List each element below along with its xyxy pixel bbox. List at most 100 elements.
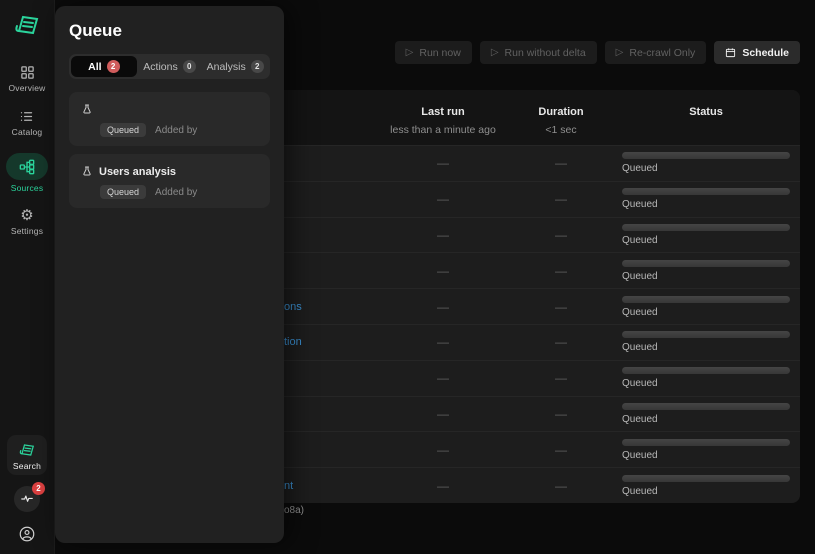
sidebar: Overview Catalog — [0, 0, 55, 554]
tab-actions-count: 0 — [183, 60, 196, 73]
col-header-last-run: Last run — [368, 106, 518, 118]
status-label: Queued — [622, 486, 790, 497]
grid-icon — [20, 65, 35, 80]
search-button[interactable]: Search — [7, 435, 47, 475]
sources-table: Last run Duration Status less than a min… — [240, 90, 800, 503]
sidebar-label-settings: Settings — [11, 226, 43, 236]
person-icon — [18, 525, 36, 543]
status-progress-bar — [622, 475, 790, 482]
activity-button[interactable]: 2 — [14, 486, 40, 512]
run-toolbar: ▷ Run now ▷ Run without delta ▷ Re-crawl… — [395, 41, 800, 64]
status-label: Queued — [622, 414, 790, 425]
row-last-run: — — [368, 479, 518, 493]
row-duration: — — [518, 264, 604, 278]
flask-icon — [81, 103, 93, 116]
queue-item-status-badge: Queued — [100, 185, 146, 199]
sidebar-label-overview: Overview — [8, 83, 45, 93]
row-name-link[interactable]: tion — [284, 336, 302, 348]
tab-all-label: All — [88, 61, 101, 73]
table-row: — — Queued — [240, 181, 800, 217]
row-last-run: — — [368, 335, 518, 349]
sidebar-item-settings[interactable]: ⚙ Settings — [11, 209, 43, 236]
row-name-link[interactable]: ons — [284, 301, 302, 313]
status-progress-bar — [622, 403, 790, 410]
row-status-cell: Queued — [604, 182, 800, 217]
list-icon — [19, 109, 34, 124]
row-last-run: — — [368, 371, 518, 385]
calendar-icon — [725, 47, 736, 58]
run-now-label: Run now — [419, 47, 460, 59]
queue-item-list: Queued Added by Users analysis Queued Ad… — [69, 92, 270, 208]
row-status-cell: Queued — [604, 432, 800, 467]
row-status-cell: Queued — [604, 397, 800, 432]
status-label: Queued — [622, 163, 790, 174]
status-label: Queued — [622, 342, 790, 353]
play-icon: ▷ — [616, 47, 624, 58]
search-button-label: Search — [13, 461, 41, 471]
brand-logo-icon[interactable] — [11, 9, 43, 41]
row-duration: — — [518, 228, 604, 242]
status-progress-bar — [622, 152, 790, 159]
table-row: — — Queued — [240, 360, 800, 396]
queue-item-status-badge: Queued — [100, 123, 146, 137]
re-crawl-only-label: Re-crawl Only — [629, 47, 695, 59]
status-progress-bar — [622, 439, 790, 446]
queue-item-title: Users analysis — [99, 166, 176, 178]
status-label: Queued — [622, 307, 790, 318]
schedule-button[interactable]: Schedule — [714, 41, 800, 64]
table-row: nt — — Queued — [240, 467, 800, 503]
row-status-cell: Queued — [604, 361, 800, 396]
pulse-icon — [20, 492, 34, 506]
sidebar-label-sources: Sources — [11, 183, 44, 193]
sidebar-label-catalog: Catalog — [12, 127, 43, 137]
queue-item[interactable]: Queued Added by — [69, 92, 270, 146]
row-last-run: — — [368, 407, 518, 421]
col-header-status: Status — [604, 90, 800, 118]
row-name-link[interactable]: nt — [284, 480, 293, 492]
status-label: Queued — [622, 199, 790, 210]
row-status-cell: Queued — [604, 146, 800, 181]
tab-actions[interactable]: Actions 0 — [137, 56, 203, 77]
tab-all[interactable]: All 2 — [71, 56, 137, 77]
row-last-run: — — [368, 264, 518, 278]
status-progress-bar — [622, 367, 790, 374]
run-now-button[interactable]: ▷ Run now — [395, 41, 472, 64]
row-duration: — — [518, 479, 604, 493]
row-status-cell: Queued — [604, 253, 800, 288]
col-header-duration: Duration — [518, 106, 604, 118]
sidebar-item-catalog[interactable]: Catalog — [12, 109, 43, 137]
queue-item[interactable]: Users analysis Queued Added by — [69, 154, 270, 208]
schedule-label: Schedule — [742, 47, 789, 59]
row-duration: — — [518, 192, 604, 206]
queue-tabs: All 2 Actions 0 Analysis 2 — [69, 54, 270, 79]
row-duration: — — [518, 156, 604, 170]
row-duration: — — [518, 371, 604, 385]
re-crawl-only-button[interactable]: ▷ Re-crawl Only — [605, 41, 707, 64]
row-status-cell: Queued — [604, 289, 800, 324]
status-progress-bar — [622, 188, 790, 195]
row-last-run: — — [368, 228, 518, 242]
row-status-cell: Queued — [604, 325, 800, 360]
table-footer-fragment: o8a) — [284, 505, 304, 516]
row-status-cell: Queued — [604, 468, 800, 503]
table-row: ons — — Queued — [240, 288, 800, 324]
tab-analysis[interactable]: Analysis 2 — [202, 56, 268, 77]
sidebar-item-overview[interactable]: Overview — [8, 65, 45, 93]
table-row: — — Queued — [240, 145, 800, 181]
status-label: Queued — [622, 450, 790, 461]
row-last-run: — — [368, 300, 518, 314]
tab-actions-label: Actions — [143, 61, 177, 73]
play-icon: ▷ — [406, 47, 414, 58]
run-without-delta-button[interactable]: ▷ Run without delta — [480, 41, 597, 64]
queue-panel-title: Queue — [69, 21, 270, 41]
row-duration: — — [518, 335, 604, 349]
profile-button[interactable] — [18, 525, 36, 543]
status-label: Queued — [622, 378, 790, 389]
brand-logo-icon — [17, 440, 37, 460]
nodes-icon — [6, 153, 48, 180]
table-row: — — Queued — [240, 252, 800, 288]
app-root: ▷ Run now ▷ Run without delta ▷ Re-crawl… — [0, 0, 815, 554]
sidebar-item-sources[interactable]: Sources — [6, 153, 48, 193]
row-duration: — — [518, 443, 604, 457]
summary-duration: <1 sec — [518, 124, 604, 136]
